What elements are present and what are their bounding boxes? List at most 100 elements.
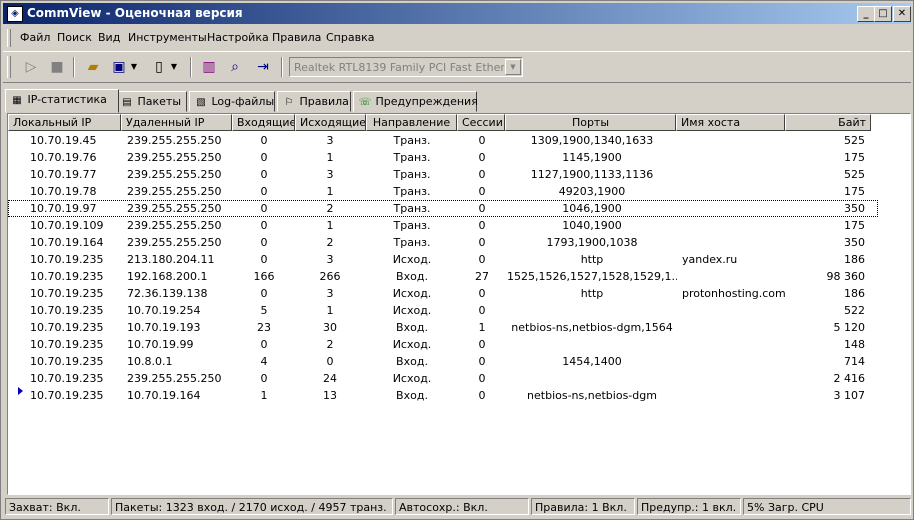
table-cell: 4 <box>260 355 268 368</box>
column-header[interactable]: Имя хоста <box>676 114 785 131</box>
column-header[interactable]: Порты <box>505 114 676 131</box>
chevron-down-icon[interactable]: ▼ <box>505 59 521 75</box>
tab-rules[interactable]: ⚐ Правила <box>277 91 351 112</box>
tab-ip-statistics[interactable]: ▦ IP-статистика <box>5 89 119 113</box>
table-cell: 186 <box>844 287 865 300</box>
table-cell: Транз. <box>393 202 431 215</box>
table-cell: 30 <box>323 321 337 334</box>
table-cell: 0 <box>478 151 486 164</box>
menu-view[interactable]: Вид <box>98 31 120 44</box>
table-row[interactable]: 10.70.19.235 10.8.0.1 4 0 Вход. 0 1454,1400 714 <box>8 353 878 370</box>
toolbar-separator <box>190 57 192 77</box>
ip-statistics-table[interactable]: Локальный IP Удаленный IP Входящие Исходящи… <box>7 113 911 495</box>
status-alerts: Предупр.: 1 вкл. <box>637 498 741 515</box>
menu-grip[interactable] <box>7 29 11 47</box>
table-row[interactable]: 10.70.19.164 239.255.255.250 0 2 Транз. 0 1793… <box>8 234 878 251</box>
table-cell: 10.70.19.45 <box>30 134 97 147</box>
table-cell: 1793,1900,1038 <box>546 236 638 249</box>
close-button[interactable]: ✕ <box>893 6 911 22</box>
table-row[interactable]: 10.70.19.76 239.255.255.250 0 1 Транз. 0 1145,… <box>8 149 878 166</box>
toolbar-grip[interactable] <box>7 56 11 78</box>
table-cell: 0 <box>478 372 486 385</box>
column-header[interactable]: Направление <box>366 114 457 131</box>
table-cell: 23 <box>257 321 271 334</box>
table-row[interactable]: 10.70.19.78 239.255.255.250 0 1 Транз. 0 49203… <box>8 183 878 200</box>
table-header: Локальный IP Удаленный IP Входящие Исходящи… <box>8 114 910 131</box>
table-row[interactable]: 10.70.19.45 239.255.255.250 0 3 Транз. 0 1309,… <box>8 132 878 149</box>
adapter-select-value: Realtek RTL8139 Family PCI Fast Ethernet… <box>294 61 504 74</box>
table-cell: netbios-ns,netbios-dgm,1564 <box>511 321 673 334</box>
table-cell: Транз. <box>393 168 431 181</box>
menu-rules[interactable]: Правила <box>272 31 321 44</box>
table-cell: 0 <box>260 185 268 198</box>
open-folder-icon[interactable]: ▰ <box>83 57 103 77</box>
status-bar: Захват: Вкл. Пакеты: 1323 вход. / 2170 и… <box>3 497 911 517</box>
table-cell: 10.70.19.76 <box>30 151 97 164</box>
new-dropdown-icon[interactable]: ▼ <box>169 57 179 77</box>
tab-label: Пакеты <box>137 95 182 108</box>
table-cell: 525 <box>844 134 865 147</box>
save-icon[interactable]: ▣ <box>109 57 129 77</box>
table-cell: 213.180.204.11 <box>127 253 215 266</box>
table-cell: 5 120 <box>833 321 866 334</box>
table-cell: 239.255.255.250 <box>127 134 222 147</box>
table-cell: Транз. <box>393 236 431 249</box>
table-row[interactable]: 10.70.19.235 213.180.204.11 0 3 Исход. 0 http y… <box>8 251 878 268</box>
table-cell: 239.255.255.250 <box>127 372 222 385</box>
menu-file[interactable]: Файл <box>20 31 50 44</box>
new-document-icon[interactable]: ▯ <box>149 57 169 77</box>
table-cell: 166 <box>253 270 275 283</box>
table-row[interactable]: 10.70.19.97 239.255.255.250 0 2 Транз. 0 1046,… <box>8 200 878 217</box>
export-icon[interactable]: ⇥ <box>253 57 273 77</box>
tab-log-files[interactable]: ▧ Log-файлы <box>189 91 275 112</box>
menu-tools[interactable]: Инструменты <box>128 31 207 44</box>
table-cell: Вход. <box>396 389 428 402</box>
table-row[interactable]: 10.70.19.235 192.168.200.1 166 266 Вход. 27 15… <box>8 268 878 285</box>
table-row[interactable]: 10.70.19.235 72.36.139.138 0 3 Исход. 0 http pr… <box>8 285 878 302</box>
column-header[interactable]: Исходящие <box>295 114 366 131</box>
table-row[interactable]: 10.70.19.235 10.70.19.193 23 30 Вход. 1 netbio… <box>8 319 878 336</box>
save-dropdown-icon[interactable]: ▼ <box>129 57 139 77</box>
menu-search[interactable]: Поиск <box>57 31 92 44</box>
table-cell: 0 <box>260 202 268 215</box>
column-header[interactable]: Удаленный IP <box>121 114 232 131</box>
table-row[interactable]: 10.70.19.235 10.70.19.99 0 2 Исход. 0 148 <box>8 336 878 353</box>
table-row[interactable]: 10.70.19.77 239.255.255.250 0 3 Транз. 0 1127,… <box>8 166 878 183</box>
menu-help[interactable]: Справка <box>326 31 374 44</box>
maximize-button[interactable]: □ <box>874 6 892 22</box>
table-cell: 239.255.255.250 <box>127 168 222 181</box>
table-row[interactable]: 10.70.19.235 239.255.255.250 0 24 Исход. 0 2 4… <box>8 370 878 387</box>
search-icon[interactable]: ⌕ <box>225 57 245 77</box>
column-header[interactable]: Байт <box>785 114 871 131</box>
table-cell: 0 <box>326 355 334 368</box>
tab-packets[interactable]: ▤ Пакеты <box>115 91 187 112</box>
toolbar-separator <box>281 57 283 77</box>
table-cell: 3 <box>326 168 334 181</box>
table-cell: 0 <box>260 338 268 351</box>
table-cell: 0 <box>478 287 486 300</box>
table-cell: 186 <box>844 253 865 266</box>
table-cell: 1 <box>326 185 334 198</box>
column-header[interactable]: Сессии <box>457 114 505 131</box>
menu-bar: Файл Поиск Вид Инструменты Настройка Пра… <box>3 27 911 49</box>
table-cell: 175 <box>844 219 865 232</box>
tab-alerts[interactable]: ☏ Предупреждения <box>353 91 478 112</box>
statistics-icon[interactable]: ▥ <box>199 57 219 77</box>
table-row[interactable]: 10.70.19.235 10.70.19.164 1 13 Вход. 0 netbios… <box>8 387 878 404</box>
table-cell: 3 107 <box>833 389 866 402</box>
table-cell: 0 <box>260 134 268 147</box>
column-header[interactable]: Локальный IP <box>8 114 121 131</box>
start-capture-icon[interactable]: ▷ <box>21 57 41 77</box>
menu-settings[interactable]: Настройка <box>207 31 269 44</box>
table-cell: 1127,1900,1133,1136 <box>530 168 654 181</box>
stop-capture-icon[interactable]: ■ <box>47 57 67 77</box>
tab-label: Log-файлы <box>211 95 275 108</box>
tab-label: IP-статистика <box>27 93 107 106</box>
column-header[interactable]: Входящие <box>232 114 295 131</box>
minimize-button[interactable]: _ <box>857 6 875 22</box>
table-row[interactable]: 10.70.19.235 10.70.19.254 5 1 Исход. 0 522 <box>8 302 878 319</box>
app-icon[interactable]: ◈ <box>7 6 23 22</box>
adapter-select[interactable]: Realtek RTL8139 Family PCI Fast Ethernet… <box>289 57 523 77</box>
table-cell: 714 <box>844 355 865 368</box>
table-row[interactable]: 10.70.19.109 239.255.255.250 0 1 Транз. 0 1040… <box>8 217 878 234</box>
